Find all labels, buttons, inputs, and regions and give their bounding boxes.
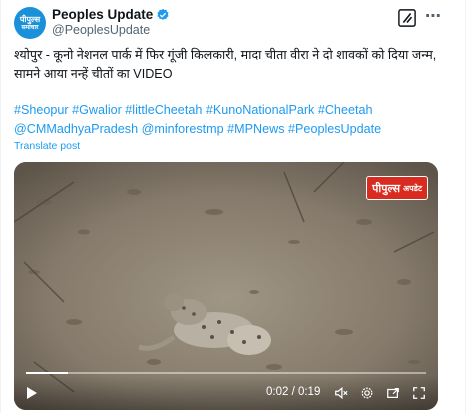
avatar-text-bottom: समाचार xyxy=(21,23,39,31)
avatar[interactable]: पीपुल्स समाचार xyxy=(14,7,46,39)
more-icon[interactable]: ⋯ xyxy=(425,6,442,26)
settings-icon[interactable] xyxy=(360,386,374,400)
video-progress-bar[interactable] xyxy=(26,372,426,374)
video-time: 0:02 / 0:19 xyxy=(266,386,321,398)
channel-watermark-logo: पीपुल्स अपडेट xyxy=(366,176,428,200)
tweet-hashtags[interactable]: #Sheopur #Gwalior #littleCheetah #KunoNa… xyxy=(14,101,454,139)
watermark-sub-text: अपडेट xyxy=(403,183,422,193)
author-name[interactable]: Peoples Update xyxy=(52,7,153,22)
video-progress-fill xyxy=(26,372,68,374)
volume-mute-icon[interactable] xyxy=(334,386,348,400)
grok-icon[interactable] xyxy=(398,9,416,27)
video-player[interactable]: पीपुल्स अपडेट 0:02 / 0:19 xyxy=(14,162,438,410)
tweet-text: श्योपुर - कूनो नेशनल पार्क में फिर गूंजी… xyxy=(14,48,437,81)
fullscreen-exit-icon[interactable] xyxy=(386,386,400,400)
translate-post-link[interactable]: Translate post xyxy=(14,140,80,152)
fullscreen-icon[interactable] xyxy=(412,386,426,400)
author-name-row: Peoples Update xyxy=(52,7,170,22)
watermark-main-text: पीपुल्स xyxy=(372,181,401,195)
author-handle[interactable]: @PeoplesUpdate xyxy=(52,23,150,37)
play-icon[interactable] xyxy=(26,386,38,400)
avatar-text-top: पीपुल्स xyxy=(19,14,41,24)
left-divider xyxy=(0,0,1,413)
verified-badge-icon xyxy=(157,8,169,20)
video-controls-bar xyxy=(14,376,438,410)
